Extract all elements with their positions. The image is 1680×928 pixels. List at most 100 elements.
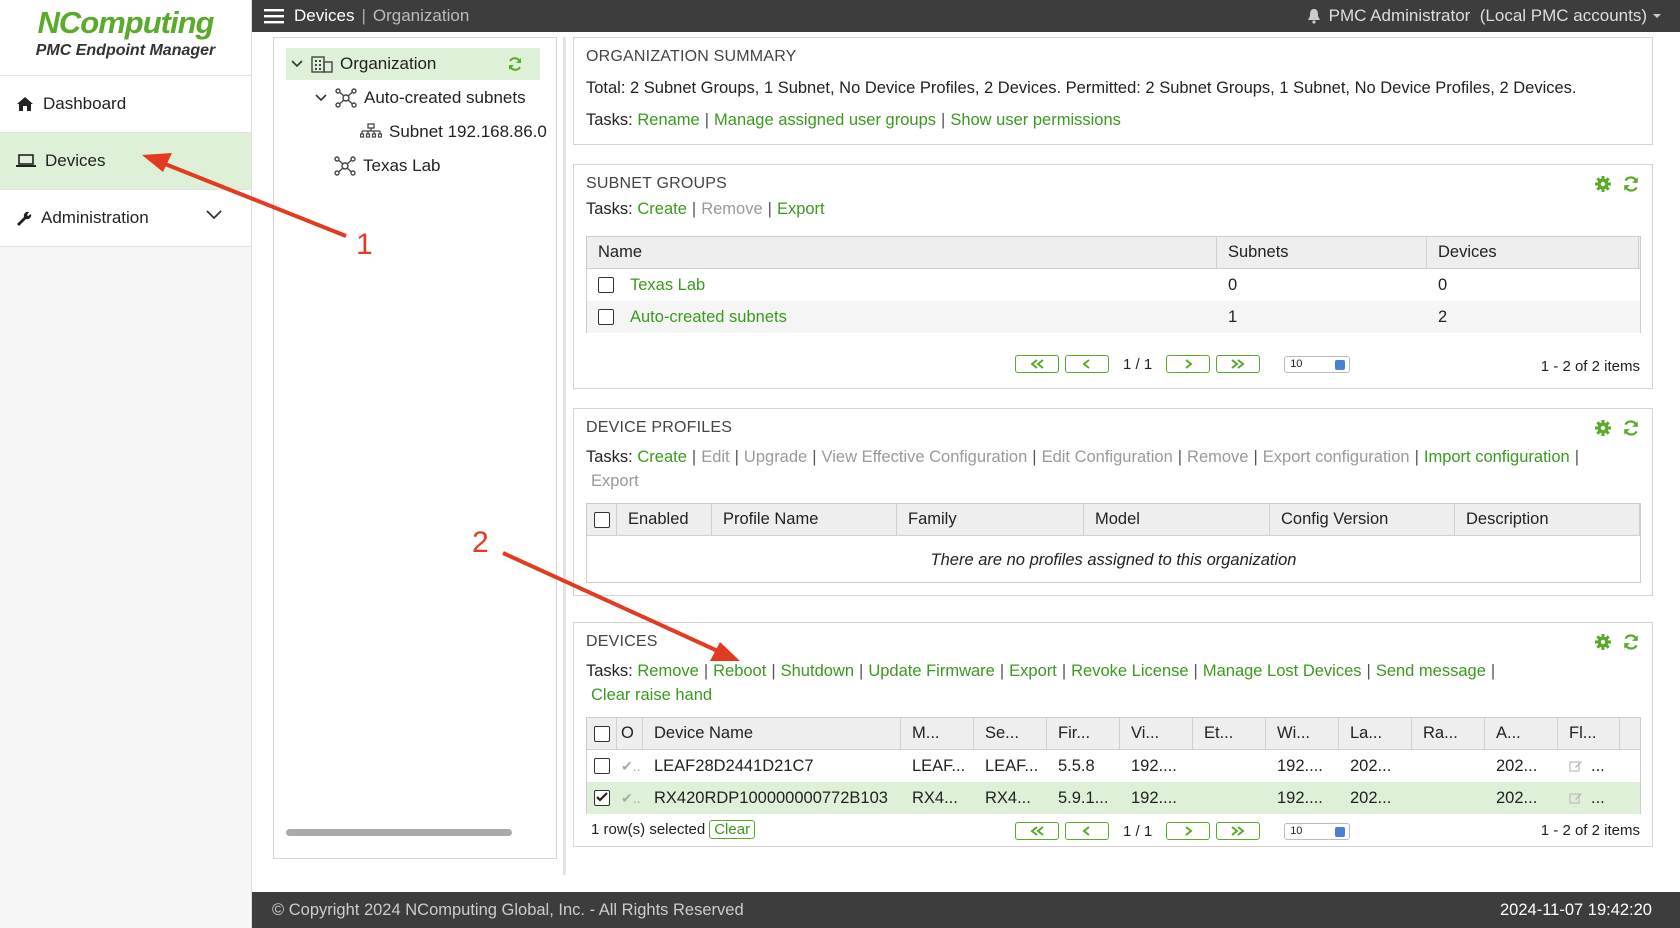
column-header-subnets[interactable]: Subnets (1217, 237, 1427, 268)
clear-selection-button[interactable]: Clear (709, 820, 756, 839)
summary-total: Total: 2 Subnet Groups, 1 Subnet, No Dev… (586, 79, 1577, 97)
table-row[interactable]: ✔.. RX420RDP100000000772B103 RX4... RX4.… (587, 782, 1640, 814)
next-page-button[interactable] (1166, 355, 1211, 373)
column-header-family[interactable]: Family (897, 504, 1084, 535)
rename-link[interactable]: Rename (637, 111, 699, 129)
column-header-se[interactable]: Se... (974, 718, 1047, 749)
sidebar-item-devices[interactable]: Devices (0, 133, 251, 190)
prev-page-button[interactable] (1065, 355, 1109, 373)
manage-lost-devices-link[interactable]: Manage Lost Devices (1203, 662, 1362, 680)
update-firmware-link[interactable]: Update Firmware (868, 662, 995, 680)
export-config-link: Export configuration (1262, 448, 1410, 466)
subnet-group-name-link[interactable]: Auto-created subnets (630, 308, 787, 327)
column-header-name[interactable]: Name (587, 237, 1217, 268)
export-subnet-groups-link[interactable]: Export (777, 200, 825, 218)
column-header-config-version[interactable]: Config Version (1270, 504, 1455, 535)
subnets-cell: 0 (1228, 275, 1238, 294)
chevron-down-icon[interactable] (206, 210, 222, 220)
panel-splitter[interactable] (563, 37, 566, 875)
breadcrumb-devices[interactable]: Devices (294, 6, 354, 26)
column-header-profile-name[interactable]: Profile Name (712, 504, 897, 535)
brand-logo: NComputing (37, 5, 215, 40)
table-header: Enabled Profile Name Family Model Config… (587, 504, 1640, 536)
page-size-select[interactable]: 10 (1284, 822, 1351, 840)
column-header-fl[interactable]: Fl... (1558, 718, 1620, 749)
tree-item-texas-lab[interactable]: Texas Lab (334, 150, 441, 182)
refresh-icon[interactable] (1622, 419, 1640, 437)
column-header-wi[interactable]: Wi... (1266, 718, 1339, 749)
column-header-ra[interactable]: Ra... (1412, 718, 1485, 749)
column-header-devices[interactable]: Devices (1427, 237, 1639, 268)
last-seen-cell: 202... (1350, 756, 1392, 775)
refresh-icon[interactable] (1622, 175, 1640, 193)
tree-item-organization[interactable]: Organization (286, 48, 540, 80)
column-header-description[interactable]: Description (1455, 504, 1640, 535)
logo: NComputing PMC Endpoint Manager (0, 0, 251, 76)
subnet-group-name-link[interactable]: Texas Lab (630, 276, 705, 295)
gear-icon[interactable] (1594, 419, 1612, 437)
bell-icon[interactable] (1307, 8, 1321, 24)
column-header-m[interactable]: M... (901, 718, 974, 749)
select-all-checkbox[interactable] (594, 725, 610, 742)
column-header-et[interactable]: Et... (1193, 718, 1266, 749)
table-row[interactable]: Auto-created subnets 1 2 (587, 301, 1640, 333)
remove-device-link[interactable]: Remove (637, 662, 698, 680)
show-permissions-link[interactable]: Show user permissions (950, 111, 1121, 129)
refresh-icon[interactable] (1622, 633, 1640, 651)
tree-item-subnet[interactable]: Subnet 192.168.86.0 (360, 116, 547, 148)
shutdown-link[interactable]: Shutdown (781, 662, 854, 680)
chevron-down-icon[interactable] (290, 59, 304, 69)
column-header-la[interactable]: La... (1339, 718, 1412, 749)
select-all-header[interactable] (587, 504, 617, 535)
reboot-link[interactable]: Reboot (713, 662, 766, 680)
user-scope: (Local PMC accounts) (1479, 6, 1647, 25)
send-message-link[interactable]: Send message (1376, 662, 1486, 680)
column-header-online[interactable]: O (617, 718, 643, 749)
annotation-label-1: 1 (356, 228, 373, 261)
create-subnet-group-link[interactable]: Create (637, 200, 687, 218)
row-checkbox[interactable] (598, 277, 614, 293)
column-header-device-name[interactable]: Device Name (643, 718, 901, 749)
column-header-enabled[interactable]: Enabled (617, 504, 712, 535)
export-devices-link[interactable]: Export (1009, 662, 1057, 680)
import-config-link[interactable]: Import configuration (1424, 448, 1570, 466)
copyright-text: © Copyright 2024 NComputing Global, Inc.… (272, 900, 744, 919)
sidebar-item-administration[interactable]: Administration (0, 190, 251, 247)
tree-item-auto-created-subnets[interactable]: Auto-created subnets (314, 82, 526, 114)
first-page-button[interactable] (1015, 822, 1059, 840)
column-header-model[interactable]: Model (1084, 504, 1270, 535)
page-size-select[interactable]: 10 (1284, 355, 1351, 373)
sidebar-item-dashboard[interactable]: Dashboard (0, 76, 251, 133)
next-page-button[interactable] (1166, 822, 1211, 840)
remove-profile-link: Remove (1187, 448, 1249, 466)
edit-icon[interactable] (1569, 791, 1583, 805)
last-page-button[interactable] (1216, 355, 1261, 373)
table-row[interactable]: ✔.. LEAF28D2441D21C7 LEAF... LEAF... 5.5… (587, 750, 1640, 782)
manage-user-groups-link[interactable]: Manage assigned user groups (714, 111, 936, 129)
edit-icon[interactable] (1569, 759, 1583, 773)
subnet-groups-table: Name Subnets Devices Texas Lab 0 0 Auto-… (586, 236, 1641, 333)
user-menu[interactable]: PMC Administrator (Local PMC accounts) (1307, 6, 1670, 26)
select-all-header[interactable] (587, 718, 617, 749)
chevron-down-icon[interactable] (314, 93, 328, 103)
column-header-a[interactable]: A... (1485, 718, 1558, 749)
tree-horizontal-scrollbar[interactable] (286, 829, 512, 836)
row-checkbox[interactable] (598, 309, 614, 325)
prev-page-button[interactable] (1065, 822, 1109, 840)
revoke-license-link[interactable]: Revoke License (1071, 662, 1188, 680)
table-row[interactable]: Texas Lab 0 0 (587, 269, 1640, 301)
gear-icon[interactable] (1594, 175, 1612, 193)
gear-icon[interactable] (1594, 633, 1612, 651)
column-header-fir[interactable]: Fir... (1047, 718, 1120, 749)
export-profile-link: Export (591, 472, 639, 490)
select-all-checkbox[interactable] (594, 511, 610, 528)
last-page-button[interactable] (1216, 822, 1261, 840)
column-header-vi[interactable]: Vi... (1120, 718, 1193, 749)
row-checkbox-checked[interactable] (594, 790, 610, 806)
hamburger-menu-icon[interactable] (264, 8, 284, 24)
create-profile-link[interactable]: Create (637, 448, 687, 466)
row-checkbox[interactable] (594, 758, 610, 774)
refresh-icon[interactable] (507, 56, 523, 72)
clear-raise-hand-link[interactable]: Clear raise hand (591, 686, 712, 704)
first-page-button[interactable] (1015, 355, 1059, 373)
